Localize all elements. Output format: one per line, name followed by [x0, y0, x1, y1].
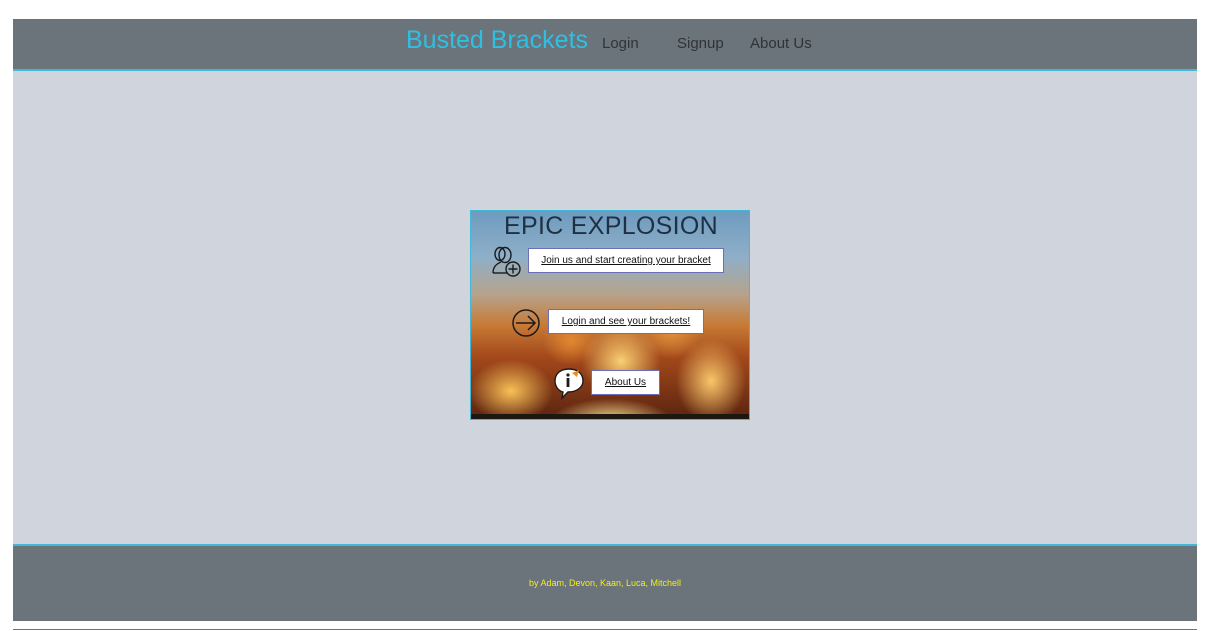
bottom-divider	[13, 629, 1197, 630]
nav-about-link[interactable]: About Us	[750, 35, 812, 52]
ground-strip	[471, 414, 749, 419]
about-us-button[interactable]: About Us	[591, 370, 660, 395]
nav-login-link[interactable]: Login	[602, 35, 639, 52]
welcome-card: EPIC EXPLOSION Join us and start creatin…	[470, 210, 750, 420]
site-header: Busted Brackets Login Signup About Us	[13, 19, 1197, 71]
main-content: EPIC EXPLOSION Join us and start creatin…	[13, 71, 1197, 546]
brand-link[interactable]: Busted Brackets	[406, 26, 588, 55]
info-speech-bubble-icon	[554, 368, 584, 400]
page: Busted Brackets Login Signup About Us EP…	[13, 19, 1197, 621]
arrow-right-circle-icon	[512, 309, 540, 337]
card-title: EPIC EXPLOSION	[504, 212, 718, 240]
footer-credits: by Adam, Devon, Kaan, Luca, Mitchell	[528, 578, 682, 588]
login-brackets-button[interactable]: Login and see your brackets!	[548, 309, 704, 334]
add-user-icon	[492, 246, 521, 277]
nav-signup-link[interactable]: Signup	[677, 35, 724, 52]
explosion-background	[471, 271, 749, 419]
join-us-button[interactable]: Join us and start creating your bracket	[528, 248, 724, 273]
site-footer: by Adam, Devon, Kaan, Luca, Mitchell	[13, 546, 1197, 621]
